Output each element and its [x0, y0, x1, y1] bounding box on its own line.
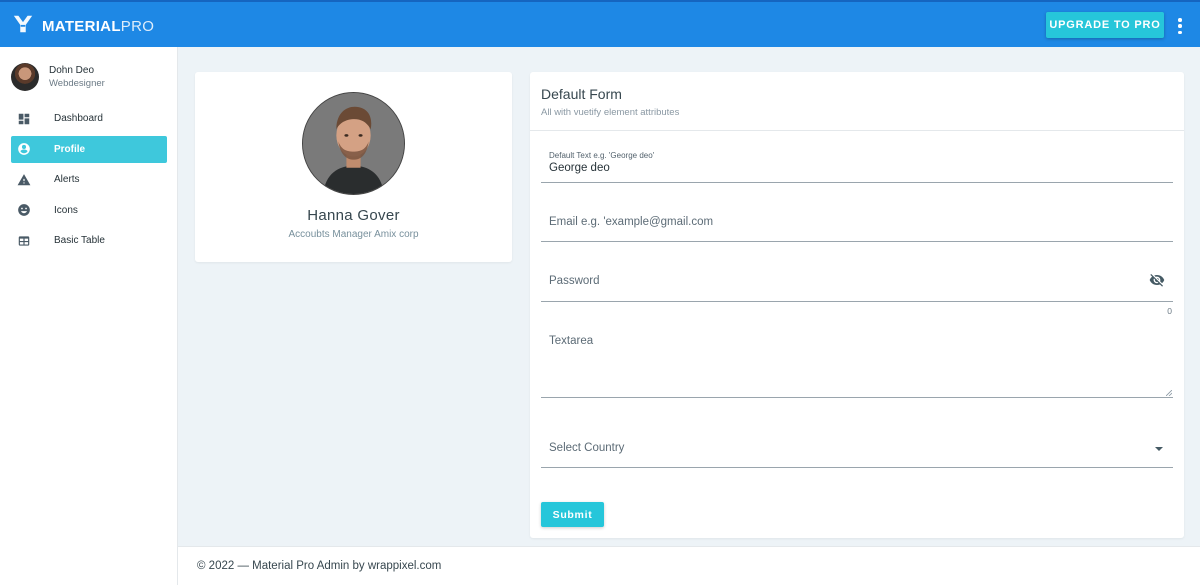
- email-placeholder: Email e.g. 'example@gmail.com: [549, 216, 714, 228]
- menu-down-icon: [1155, 447, 1163, 451]
- form-subtitle: All with vuetify element attributes: [541, 107, 680, 118]
- sidebar-item-label: Dashboard: [54, 113, 103, 124]
- dashboard-icon: [10, 112, 38, 126]
- default-text-field[interactable]: Default Text e.g. 'George deo' George de…: [541, 148, 1173, 183]
- brand-logo[interactable]: MATERIALPRO: [12, 13, 154, 40]
- default-form-card: Default Form All with vuetify element at…: [530, 72, 1184, 538]
- footer: © 2022 — Material Pro Admin by wrappixel…: [178, 546, 1200, 585]
- sidebar-user[interactable]: Dohn Deo Webdesigner: [11, 63, 105, 91]
- eye-off-icon[interactable]: [1149, 272, 1165, 288]
- account-circle-icon: [10, 142, 38, 156]
- top-app-bar: MATERIALPRO UPGRADE TO PRO: [0, 0, 1200, 47]
- table-icon: [10, 234, 38, 248]
- alert-icon: [10, 173, 38, 187]
- sidebar-nav: Dashboard Profile Alerts Icons Basic Tab…: [11, 105, 167, 258]
- sidebar-item-label: Basic Table: [54, 235, 105, 246]
- sidebar-item-basic-table[interactable]: Basic Table: [11, 227, 167, 254]
- country-select-placeholder: Select Country: [549, 442, 625, 454]
- resize-handle-icon[interactable]: [1166, 390, 1172, 396]
- sidebar-item-label: Icons: [54, 204, 78, 216]
- password-placeholder: Password: [549, 275, 600, 287]
- default-text-label: Default Text e.g. 'George deo': [549, 151, 655, 160]
- profile-avatar: [302, 92, 405, 195]
- sidebar-item-alerts[interactable]: Alerts: [11, 166, 167, 193]
- default-text-value: George deo: [549, 162, 610, 174]
- sidebar-item-dashboard[interactable]: Dashboard: [11, 105, 167, 132]
- profile-role: Accoubts Manager Amix corp: [288, 229, 419, 240]
- user-role: Webdesigner: [49, 78, 105, 89]
- logo-icon: [12, 13, 34, 40]
- sidebar-item-icons[interactable]: Icons: [11, 197, 167, 224]
- submit-button[interactable]: Submit: [541, 502, 604, 527]
- sidebar-item-label: Alerts: [54, 174, 80, 185]
- textarea-placeholder: Textarea: [549, 335, 594, 347]
- divider: [530, 130, 1184, 131]
- sidebar-item-label: Profile: [54, 143, 86, 155]
- footer-text: © 2022 — Material Pro Admin by wrappixel…: [197, 560, 442, 572]
- form-title: Default Form: [541, 86, 622, 102]
- profile-card: Hanna Gover Accoubts Manager Amix corp: [195, 72, 512, 262]
- sidebar: Dohn Deo Webdesigner Dashboard Profile A…: [0, 47, 178, 585]
- profile-name: Hanna Gover: [307, 207, 400, 224]
- upgrade-to-pro-button[interactable]: UPGRADE TO PRO: [1046, 12, 1164, 38]
- dots-vertical-icon[interactable]: [1172, 16, 1188, 36]
- password-counter: 0: [1167, 306, 1172, 316]
- textarea-field[interactable]: Textarea: [541, 328, 1173, 398]
- user-name: Dohn Deo: [49, 65, 95, 76]
- emoticon-icon: [10, 203, 38, 217]
- email-field[interactable]: Email e.g. 'example@gmail.com: [541, 208, 1173, 242]
- brand-name: MATERIALPRO: [42, 18, 155, 35]
- avatar: [11, 63, 39, 91]
- sidebar-item-profile[interactable]: Profile: [10, 135, 167, 163]
- country-select[interactable]: Select Country: [541, 434, 1173, 468]
- password-field[interactable]: Password: [541, 268, 1173, 302]
